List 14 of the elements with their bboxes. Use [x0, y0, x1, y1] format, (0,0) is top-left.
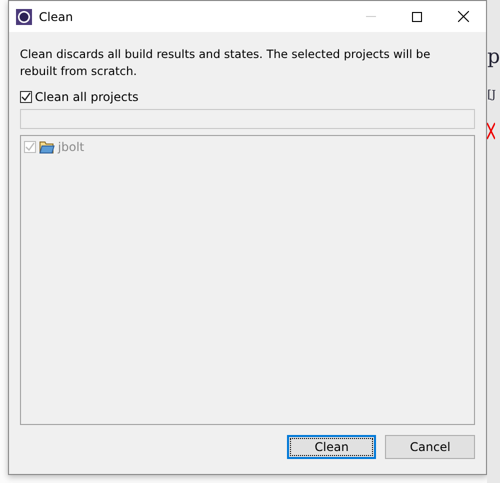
description-text: Clean discards all build results and states. The selected projects will be rebuilt from scratch.	[20, 46, 432, 80]
filter-field[interactable]	[20, 109, 476, 129]
checkbox-label: Clean all projects	[34, 90, 139, 104]
clean-all-checkbox[interactable]	[20, 91, 32, 103]
background-text: [J	[487, 88, 496, 101]
eclipse-app-icon	[16, 8, 32, 24]
error-icon	[487, 121, 496, 141]
maximize-icon[interactable]	[412, 12, 422, 22]
close-icon[interactable]	[458, 11, 469, 22]
cancel-button[interactable]: Cancel	[385, 435, 476, 459]
clean-button[interactable]: Clean	[287, 435, 376, 459]
folder-icon	[38, 140, 55, 154]
window-title: Clean	[38, 10, 74, 24]
background-text: p	[487, 44, 500, 68]
